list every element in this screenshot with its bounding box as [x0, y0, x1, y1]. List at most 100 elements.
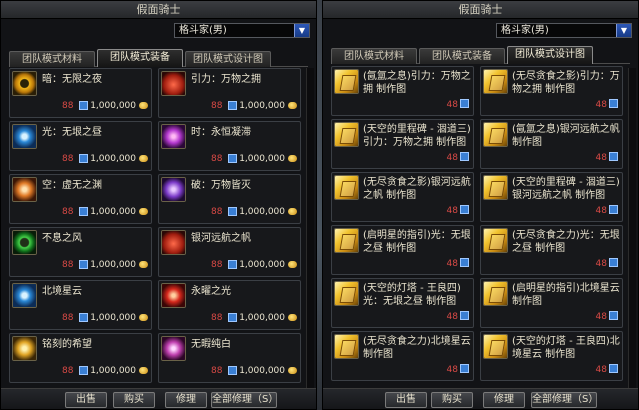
- blue-ring-icon: [12, 283, 37, 308]
- blueprint-scroll-icon: [483, 175, 508, 200]
- blueprint-item[interactable]: (天空的里程碑 - 涸道三)银河远航之帆 制作图 48: [480, 172, 623, 222]
- blueprint-item[interactable]: (氤氲之息)引力：万物之拥 制作图 48: [331, 66, 474, 116]
- footer-toolbar: 出售 购买 修理 全部修理（S）: [1, 388, 316, 409]
- sell-button[interactable]: 出售: [65, 392, 107, 408]
- violet-amulet-icon: [161, 177, 186, 202]
- tab-materials[interactable]: 团队模式材料: [9, 51, 95, 67]
- item-price: 1,000,000: [239, 207, 285, 217]
- item-count-row: 48: [447, 364, 469, 375]
- item-price: 1,000,000: [90, 260, 136, 270]
- blueprint-scroll-art: [484, 176, 507, 199]
- repair-button[interactable]: 修理: [165, 392, 207, 408]
- equipment-item[interactable]: 无暇纯白 88 1,000,000: [158, 333, 301, 383]
- item-price-row: 88 1,000,000: [40, 101, 148, 113]
- blueprint-scroll-art: [335, 282, 358, 305]
- item-price-row: 88 1,000,000: [189, 313, 297, 325]
- green-ring-icon: [12, 230, 37, 255]
- blueprint-item[interactable]: (天空的灯塔 - 王良四)北境星云 制作图 48: [480, 331, 623, 381]
- blueprint-item[interactable]: (无尽贪食之力)光：无垠之昼 制作图 48: [480, 225, 623, 275]
- item-price-row: 88 1,000,000: [189, 154, 297, 166]
- class-bar: 格斗家(男) ▼: [323, 19, 638, 41]
- material-bag-icon: [609, 152, 618, 161]
- item-name: 暗：无限之夜: [42, 74, 102, 85]
- material-bag-icon: [79, 154, 88, 163]
- blueprint-scroll-icon: [483, 69, 508, 94]
- item-count-row: 48: [596, 311, 618, 322]
- class-select[interactable]: 格斗家(男) ▼: [174, 23, 310, 38]
- repair-button[interactable]: 修理: [483, 392, 525, 408]
- tab-blueprints[interactable]: 团队模式设计图: [507, 46, 593, 64]
- buy-button[interactable]: 购买: [431, 392, 473, 408]
- item-name: 北境星云: [42, 286, 82, 297]
- blue-ring-icon-art: [13, 284, 36, 307]
- gold-coin-icon: [139, 314, 148, 321]
- equipment-item[interactable]: 北境星云 88 1,000,000: [9, 280, 152, 330]
- item-name: 永曜之光: [191, 286, 231, 297]
- item-name: 空：虚无之渊: [42, 180, 102, 191]
- item-count-row: 48: [447, 311, 469, 322]
- chevron-down-icon[interactable]: ▼: [294, 24, 309, 37]
- blueprint-scroll-art: [335, 229, 358, 252]
- material-bag-icon: [460, 152, 469, 161]
- tab-equipment[interactable]: 团队模式装备: [97, 49, 183, 67]
- equipment-item[interactable]: 时：永恒凝滞 88 1,000,000: [158, 121, 301, 171]
- green-ring-icon-art: [13, 231, 36, 254]
- blueprint-item[interactable]: (氤氲之息)银河远航之帆 制作图 48: [480, 119, 623, 169]
- material-bag-icon: [228, 366, 237, 375]
- tab-blueprints[interactable]: 团队模式设计图: [185, 51, 271, 67]
- gold-coin-icon: [288, 155, 297, 162]
- material-bag-icon: [460, 258, 469, 267]
- item-name: (无尽贪食之力)光：无垠之昼 制作图: [512, 230, 620, 254]
- equipment-item[interactable]: 铭刻的希望 88 1,000,000: [9, 333, 152, 383]
- blueprint-item[interactable]: (无尽贪食之影)银河远航之帆 制作图 48: [331, 172, 474, 222]
- item-price: 1,000,000: [239, 260, 285, 270]
- scrollbar[interactable]: [306, 68, 314, 388]
- material-bag-icon: [79, 366, 88, 375]
- chevron-down-icon[interactable]: ▼: [616, 24, 631, 37]
- heart-gem-icon-art: [162, 72, 185, 95]
- equipment-item[interactable]: 破：万物皆灭 88 1,000,000: [158, 174, 301, 224]
- blueprint-scroll-icon: [334, 334, 359, 359]
- repair-all-button[interactable]: 全部修理（S）: [531, 392, 598, 408]
- blueprint-item[interactable]: (天空的里程碑 - 涸道三)引力：万物之拥 制作图 48: [331, 119, 474, 169]
- blueprint-item[interactable]: (天空的灯塔 - 王良四)光：无垠之昼 制作图 48: [331, 278, 474, 328]
- blueprint-scroll-icon: [483, 334, 508, 359]
- blueprint-scroll-art: [335, 176, 358, 199]
- equipment-item[interactable]: 永曜之光 88 1,000,000: [158, 280, 301, 330]
- item-price: 1,000,000: [239, 154, 285, 164]
- equipment-item[interactable]: 暗：无限之夜 88 1,000,000: [9, 68, 152, 118]
- item-count: 88: [211, 313, 223, 323]
- repair-all-button[interactable]: 全部修理（S）: [211, 392, 278, 408]
- item-count: 48: [446, 206, 458, 216]
- gold-coin-icon: [288, 208, 297, 215]
- item-count: 48: [595, 312, 607, 322]
- equipment-item[interactable]: 引力：万物之拥 88 1,000,000: [158, 68, 301, 118]
- equipment-item[interactable]: 空：虚无之渊 88 1,000,000: [9, 174, 152, 224]
- tab-materials[interactable]: 团队模式材料: [331, 48, 417, 64]
- equipment-item[interactable]: 光：无垠之昼 88 1,000,000: [9, 121, 152, 171]
- item-count-row: 48: [596, 364, 618, 375]
- class-select-value: 格斗家(男): [501, 25, 549, 36]
- item-name: 时：永恒凝滞: [191, 127, 251, 138]
- item-count-row: 48: [596, 258, 618, 269]
- scrollbar[interactable]: [628, 68, 636, 388]
- blueprint-item[interactable]: (启明星的指引)北境星云 制作图 48: [480, 278, 623, 328]
- equipment-item[interactable]: 不息之风 88 1,000,000: [9, 227, 152, 277]
- class-select[interactable]: 格斗家(男) ▼: [496, 23, 632, 38]
- footer-toolbar: 出售 购买 修理 全部修理（S）: [323, 388, 638, 409]
- blueprint-item[interactable]: (无尽贪食之影)引力：万物之拥 制作图 48: [480, 66, 623, 116]
- buy-button[interactable]: 购买: [113, 392, 155, 408]
- equipment-item[interactable]: 银河远航之帆 88 1,000,000: [158, 227, 301, 277]
- gold-coin-icon: [139, 208, 148, 215]
- gold-coin-icon: [288, 102, 297, 109]
- tab-equipment[interactable]: 团队模式装备: [419, 48, 505, 64]
- blueprint-scroll-icon: [334, 228, 359, 253]
- material-bag-icon: [79, 101, 88, 110]
- item-name: (天空的灯塔 - 王良四)光：无垠之昼 制作图: [363, 283, 461, 307]
- blueprint-item[interactable]: (启明星的指引)光：无垠之昼 制作图 48: [331, 225, 474, 275]
- blueprint-item[interactable]: (无尽贪食之力)北境星云 制作图 48: [331, 331, 474, 381]
- sell-button[interactable]: 出售: [385, 392, 427, 408]
- item-price: 1,000,000: [90, 313, 136, 323]
- item-price: 1,000,000: [239, 313, 285, 323]
- item-count-row: 48: [447, 258, 469, 269]
